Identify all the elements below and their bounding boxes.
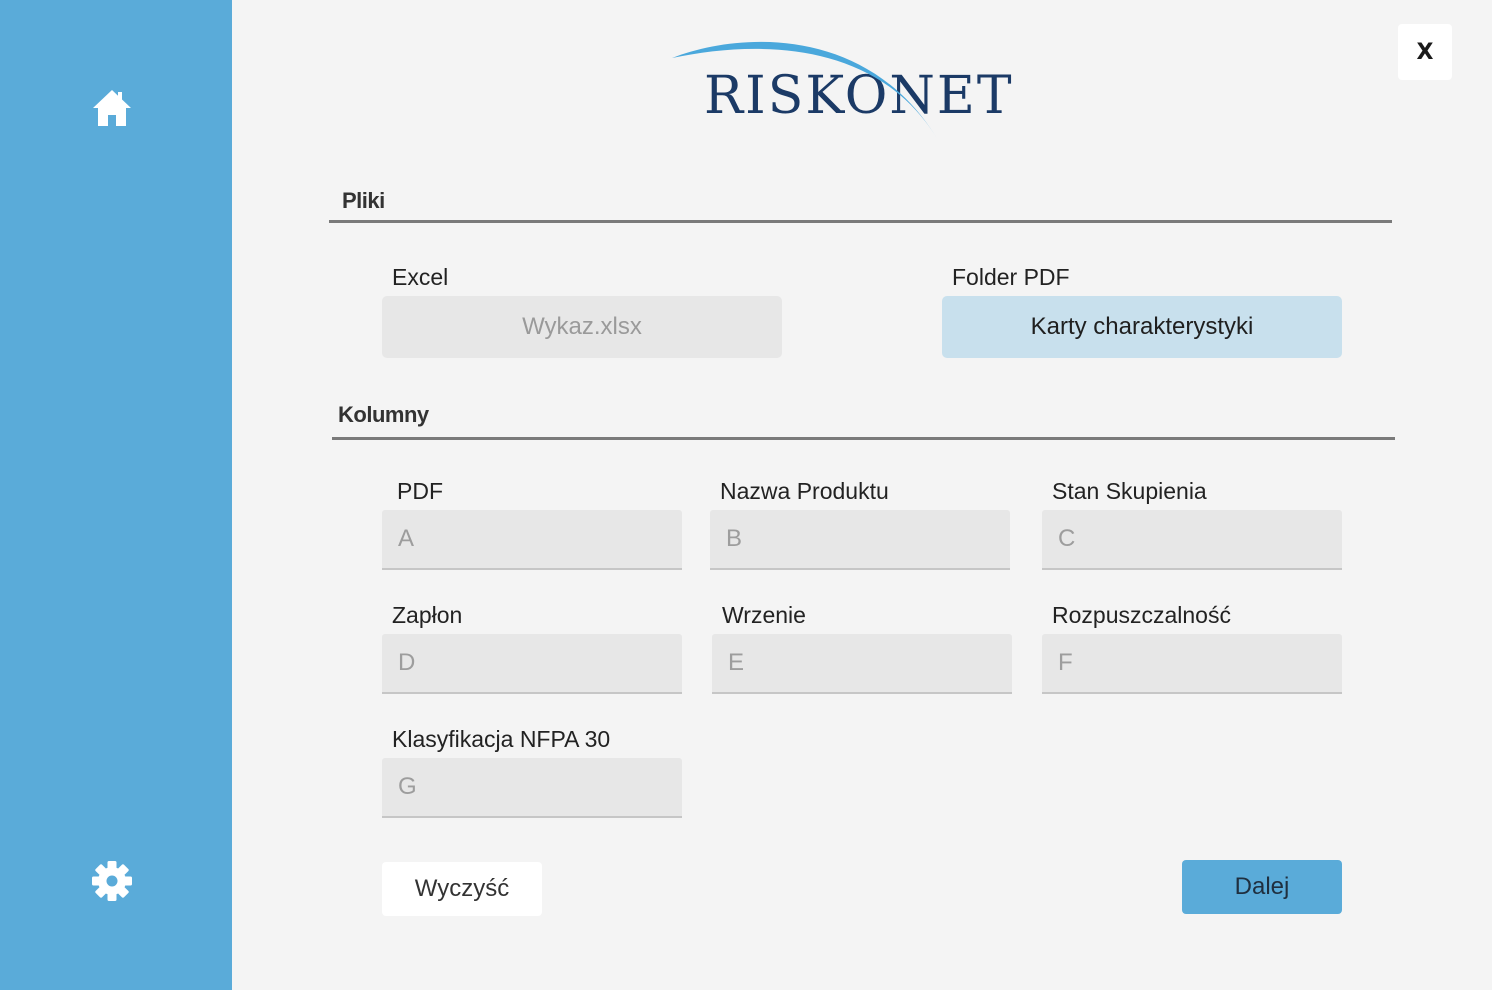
section-title-columns: Kolumny — [338, 402, 429, 427]
product-name-column-label: Nazwa Produktu — [720, 478, 889, 504]
flash-point-column-input[interactable] — [382, 634, 682, 692]
sidebar — [0, 0, 232, 990]
solubility-column-label: Rozpuszczalność — [1052, 602, 1231, 628]
product-name-column-field — [710, 510, 1010, 570]
solubility-column-field — [1042, 634, 1342, 694]
state-column-label: Stan Skupienia — [1052, 478, 1207, 504]
pdf-column-input[interactable] — [382, 510, 682, 568]
excel-label: Excel — [392, 264, 449, 290]
nfpa-column-input[interactable] — [382, 758, 682, 816]
pdf-folder-button[interactable]: Karty charakterystyki — [942, 296, 1342, 358]
boiling-column-field — [712, 634, 1012, 694]
clear-button[interactable]: Wyczyść — [382, 862, 542, 916]
section-title-files: Pliki — [342, 188, 385, 213]
gear-icon — [91, 860, 133, 906]
state-column-input[interactable] — [1042, 510, 1342, 568]
home-icon — [91, 88, 133, 132]
pdf-column-field — [382, 510, 682, 570]
boiling-column-label: Wrzenie — [722, 602, 806, 628]
home-button[interactable] — [86, 84, 138, 136]
nfpa-column-label: Klasyfikacja NFPA 30 — [392, 726, 611, 752]
logo-swoosh — [672, 41, 938, 141]
pdf-folder-label: Folder PDF — [952, 264, 1070, 290]
next-button[interactable]: Dalej — [1182, 860, 1342, 914]
flash-point-column-label: Zapłon — [392, 602, 463, 628]
flash-point-column-field — [382, 634, 682, 694]
settings-button[interactable] — [86, 857, 138, 909]
section-divider — [329, 220, 1392, 223]
state-column-field — [1042, 510, 1342, 570]
section-divider — [332, 437, 1395, 440]
pdf-column-label: PDF — [397, 478, 443, 504]
logo: RISKONET — [668, 30, 1012, 148]
close-button[interactable]: X — [1398, 24, 1452, 80]
nfpa-column-field — [382, 758, 682, 818]
boiling-column-input[interactable] — [712, 634, 1012, 692]
solubility-column-input[interactable] — [1042, 634, 1342, 692]
product-name-column-input[interactable] — [710, 510, 1010, 568]
excel-file-button[interactable]: Wykaz.xlsx — [382, 296, 782, 358]
